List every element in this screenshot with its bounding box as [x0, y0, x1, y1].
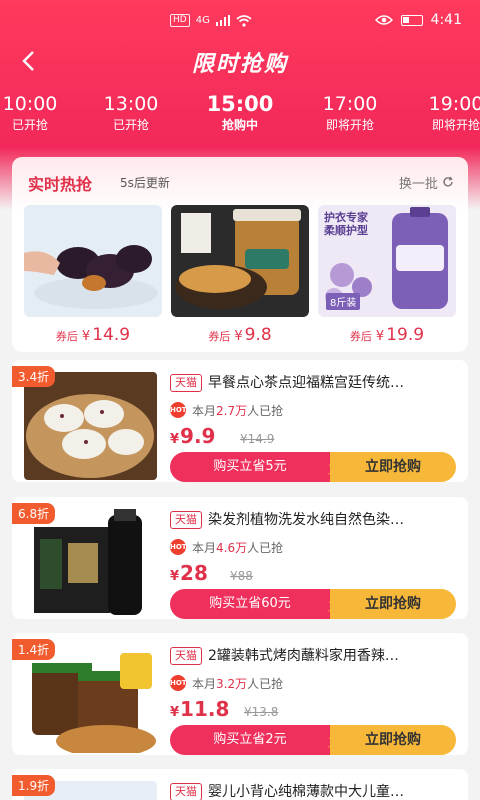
product-image-snack-jar	[171, 205, 309, 317]
weight-tag: 8斤装	[326, 293, 361, 310]
signal-icon	[215, 15, 230, 26]
refresh-countdown: 5s后更新	[120, 176, 170, 190]
coupon-label: 券后	[349, 330, 372, 343]
discount-badge: 1.9折	[12, 775, 56, 796]
top-navigation: 限时抢购	[0, 40, 480, 84]
currency: ¥	[375, 329, 385, 344]
coupon-label: 券后	[55, 330, 78, 343]
lightning-icon: ⚡	[325, 453, 343, 481]
lightning-icon: ⚡	[325, 590, 343, 618]
buy-now-button[interactable]: ⚡ 立即抢购	[326, 589, 456, 619]
slot-status: 已开抢	[11, 118, 48, 132]
hot-item-price: 券后 ¥19.9	[318, 325, 456, 345]
original-price: ¥14.9	[240, 432, 275, 446]
original-price: ¥88	[230, 569, 253, 583]
time-slot-1500[interactable]: 15:00 抢购中	[190, 92, 290, 134]
product-title[interactable]: 染发剂植物洗发水纯自然色染…	[208, 509, 456, 529]
product-image-prunes	[24, 205, 162, 317]
clock: 4:41	[430, 12, 462, 28]
time-slot-1900[interactable]: 19:00 即将开抢	[406, 92, 480, 134]
time-slot-1300[interactable]: 13:00 已开抢	[81, 92, 181, 134]
swap-label: 换一批	[398, 177, 438, 192]
price-value: 14.9	[92, 325, 131, 345]
price-value: 19.9	[386, 325, 425, 345]
discount-badge: 1.4折	[12, 639, 56, 660]
section-title: 实时热抢	[28, 175, 93, 194]
product-card[interactable]: 6.8折 天猫 染发剂植物洗发水纯自然色染… HOT 本月4.6万人已抢 ¥28…	[12, 497, 468, 619]
buy-now-button[interactable]: ⚡ 立即抢购	[326, 452, 456, 482]
wifi-icon	[236, 14, 252, 27]
hot-item-price: 券后 ¥9.8	[171, 325, 309, 345]
currency: ¥	[81, 329, 91, 344]
product-card[interactable]: 3.4折 天猫 早餐点心茶点迎福糕宫廷传统… HOT 本月2.7万人已抢 ¥9.…	[12, 360, 468, 482]
slot-status: 即将开抢	[431, 118, 480, 132]
battery-icon	[400, 14, 423, 26]
page-title: 限时抢购	[191, 52, 288, 77]
hot-fire-icon: HOT	[170, 675, 187, 691]
refresh-icon	[443, 176, 453, 187]
slot-time: 19:00	[428, 93, 480, 115]
discount-badge: 6.8折	[12, 503, 56, 524]
current-price: ¥11.8	[170, 697, 230, 721]
buy-now-button[interactable]: ⚡ 立即抢购	[326, 725, 456, 755]
save-button[interactable]: 购买立省2元	[170, 725, 330, 755]
buy-bar: 购买立省60元 ⚡ 立即抢购	[170, 589, 456, 619]
time-slot-1000[interactable]: 10:00 已开抢	[0, 92, 80, 134]
product-title[interactable]: 早餐点心茶点迎福糕宫廷传统…	[208, 372, 456, 392]
buy-bar: 购买立省2元 ⚡ 立即抢购	[170, 725, 456, 755]
currency: ¥	[234, 329, 243, 344]
product-image-fabric-softener: 护衣专家 柔顺护型 8斤装	[318, 205, 456, 317]
hot-fire-icon: HOT	[170, 402, 187, 418]
product-image-bbq-sauce	[24, 645, 157, 753]
hot-item[interactable]: 券后 ¥14.9	[24, 205, 162, 345]
buy-bar: 购买立省5元 ⚡ 立即抢购	[170, 452, 456, 482]
slot-time: 15:00	[206, 92, 274, 116]
product-card[interactable]: 1.9折 天猫 婴儿小背心纯棉薄款中大儿童…	[12, 769, 468, 800]
tmall-tag: 天猫	[170, 783, 202, 800]
slot-time: 17:00	[322, 93, 378, 115]
slot-status: 已开抢	[112, 118, 149, 132]
hot-item[interactable]: 护衣专家 柔顺护型 8斤装 券后 ¥19.9	[318, 205, 456, 345]
sold-count: 本月4.6万人已抢	[192, 541, 284, 555]
tmall-tag: 天猫	[170, 374, 202, 392]
slot-status: 抢购中	[221, 118, 258, 132]
current-price: ¥9.9	[170, 424, 216, 448]
original-price: ¥13.8	[244, 705, 279, 719]
sold-count: 本月3.2万人已抢	[192, 677, 284, 691]
product-image-hair-dye	[24, 509, 157, 617]
time-slot-1700[interactable]: 17:00 即将开抢	[300, 92, 400, 134]
swap-batch-button[interactable]: 换一批	[399, 173, 454, 192]
tmall-tag: 天猫	[170, 511, 202, 529]
slot-time: 10:00	[2, 93, 58, 115]
product-title[interactable]: 婴儿小背心纯棉薄款中大儿童…	[208, 781, 456, 800]
hot-fire-icon: HOT	[170, 539, 187, 555]
promo-text: 护衣专家 柔顺护型	[324, 211, 368, 237]
discount-badge: 3.4折	[12, 366, 56, 387]
hot-item[interactable]: 券后 ¥9.8	[171, 205, 309, 345]
save-button[interactable]: 购买立省5元	[170, 452, 330, 482]
save-button[interactable]: 购买立省60元	[170, 589, 330, 619]
price-value: 9.8	[244, 325, 272, 345]
product-title[interactable]: 2罐装韩式烤肉蘸料家用香辣…	[208, 645, 456, 665]
tmall-tag: 天猫	[170, 647, 202, 665]
slot-time: 13:00	[103, 93, 159, 115]
time-slot-tabs: 10:00 已开抢 13:00 已开抢 15:00 抢购中 17:00 即将开抢…	[0, 92, 480, 140]
current-price: ¥28	[170, 561, 208, 585]
network-label: 4G	[195, 15, 210, 26]
product-image-cake	[24, 372, 157, 480]
eye-icon	[374, 15, 393, 25]
hot-item-price: 券后 ¥14.9	[24, 325, 162, 345]
status-bar: HD 4G 4:41	[0, 0, 480, 40]
product-card[interactable]: 1.4折 天猫 2罐装韩式烤肉蘸料家用香辣… HOT 本月3.2万人已抢 ¥11…	[12, 633, 468, 755]
realtime-hot-section: 实时热抢 5s后更新 换一批 券后 ¥14.9 券后 ¥ 9.8 护衣专家 柔顺…	[12, 157, 468, 352]
lightning-icon: ⚡	[325, 726, 343, 754]
coupon-label: 券后	[208, 330, 231, 343]
hd-icon: HD	[170, 14, 190, 27]
sold-count: 本月2.7万人已抢	[192, 404, 284, 418]
slot-status: 即将开抢	[325, 118, 374, 132]
